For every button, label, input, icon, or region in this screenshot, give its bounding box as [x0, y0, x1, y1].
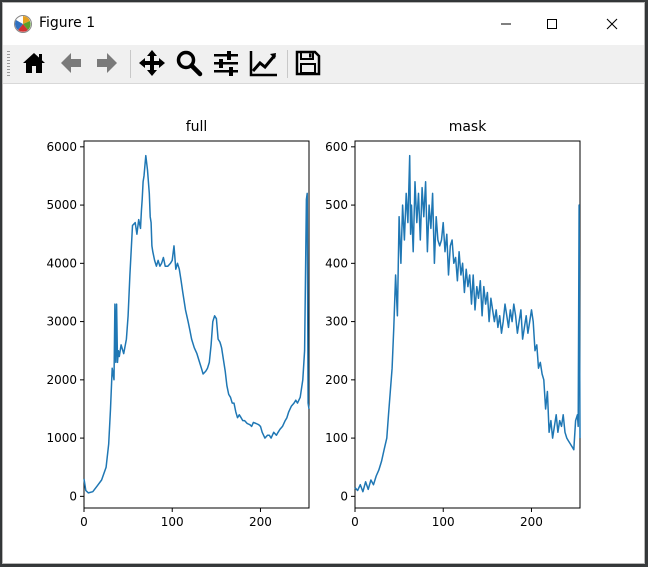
figure-plot-area[interactable]: full0 100 2000100020003000400050006000mask… — [3, 84, 644, 563]
back-arrow-icon — [61, 53, 81, 73]
pan-icon — [139, 50, 165, 76]
pan-button[interactable] — [136, 47, 168, 79]
full-y-tick-label: 0 — [69, 489, 77, 503]
maximize-button[interactable] — [529, 3, 575, 45]
back-button[interactable] — [55, 47, 87, 79]
window-title: Figure 1 — [39, 15, 96, 31]
zoom-icon — [176, 50, 203, 77]
toolbar-separator — [130, 50, 131, 78]
minimize-button[interactable] — [483, 3, 529, 45]
mask-y-tick-label: 200 — [325, 373, 348, 387]
edit-axis-icon — [249, 51, 277, 77]
minimize-icon — [501, 23, 511, 25]
mask-y-tick-label: 100 — [325, 431, 348, 445]
full-y-tick-label: 1000 — [46, 431, 77, 445]
mask-y-tick-label: 600 — [325, 140, 348, 154]
save-icon — [295, 50, 321, 76]
figure-window: Figure 1 full 0 100 200 0 1000 2000 3000… — [2, 2, 645, 564]
toolbar-grip[interactable] — [7, 51, 10, 77]
matplotlib-app-icon — [14, 15, 32, 33]
edit-axis-button[interactable] — [248, 47, 280, 79]
mask-x-tick-label: 100 — [432, 515, 455, 529]
full-axes-frame — [83, 140, 310, 509]
mask-y-tick-label: 300 — [325, 315, 348, 329]
full-y-tick-label: 6000 — [46, 140, 77, 154]
mask-x-tick-label: 200 — [520, 515, 543, 529]
close-button[interactable] — [589, 3, 635, 45]
full-x-tick-label: 0 — [80, 515, 88, 529]
mask-axes-frame — [354, 140, 581, 509]
navigation-toolbar — [3, 45, 644, 84]
full-chart-title: full — [186, 119, 208, 135]
save-button[interactable] — [292, 47, 324, 79]
forward-arrow-icon — [97, 53, 117, 73]
full-y-tick-label: 2000 — [46, 373, 77, 387]
configure-subplots-button[interactable] — [210, 47, 242, 79]
mask-y-tick-label: 500 — [325, 198, 348, 212]
close-icon — [606, 18, 618, 30]
mask-y-tick-label: 400 — [325, 256, 348, 270]
title-bar[interactable]: Figure 1 — [3, 3, 644, 45]
toolbar-separator — [287, 50, 288, 78]
mask-x-tick-label: 0 — [351, 515, 359, 529]
full-x-tick-label: 100 — [161, 515, 184, 529]
mask-chart-title: mask — [449, 119, 488, 135]
home-button[interactable] — [18, 47, 50, 79]
full-y-tick-label: 3000 — [46, 315, 77, 329]
mask-y-tick-label: 0 — [340, 489, 348, 503]
maximize-icon — [547, 19, 557, 29]
home-icon — [23, 53, 45, 73]
zoom-button[interactable] — [173, 47, 205, 79]
configure-subplots-icon — [214, 51, 238, 76]
full-y-tick-label: 5000 — [46, 198, 77, 212]
forward-button[interactable] — [91, 47, 123, 79]
full-x-tick-label: 200 — [249, 515, 272, 529]
full-y-tick-label: 4000 — [46, 256, 77, 270]
figure-canvas[interactable]: full 0 100 200 0 1000 2000 3000 4000 5000 6000 mask… — [3, 84, 644, 563]
